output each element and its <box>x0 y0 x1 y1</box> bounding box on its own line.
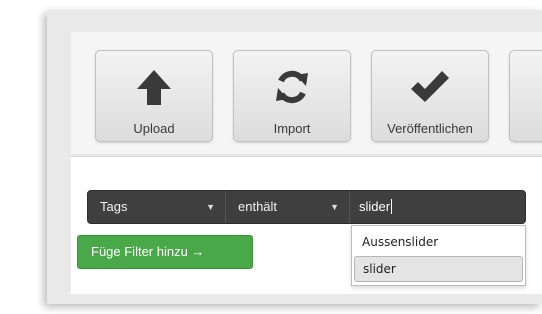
filter-operator-value: enthält <box>238 199 278 214</box>
import-label: Import <box>273 121 311 136</box>
filter-field-value: Tags <box>100 199 128 214</box>
import-button[interactable]: Import <box>233 50 351 142</box>
suggestion-item-highlighted[interactable]: slider <box>354 256 523 282</box>
filter-value-text: slider <box>359 199 391 214</box>
chevron-down-icon: ▼ <box>330 202 339 212</box>
add-filter-button[interactable]: Füge Filter hinzu → <box>77 235 253 269</box>
publish-button[interactable]: Veröffentlichen <box>371 50 489 142</box>
text-cursor <box>391 199 393 214</box>
autocomplete-dropdown: Aussenslider slider <box>351 225 526 286</box>
upload-arrow-icon <box>96 67 212 107</box>
upload-label: Upload <box>133 121 175 136</box>
filter-value-input[interactable]: slider <box>350 191 525 223</box>
upload-button[interactable]: Upload <box>95 50 213 142</box>
filter-operator-select[interactable]: enthält ▼ <box>226 191 350 223</box>
refresh-icon <box>234 67 350 107</box>
chevron-down-icon: ▼ <box>206 202 215 212</box>
publish-label: Veröffentlichen <box>387 121 473 136</box>
filter-bar: Tags ▼ enthält ▼ slider <box>87 190 526 224</box>
filter-field-select[interactable]: Tags ▼ <box>88 191 226 223</box>
suggestion-item[interactable]: Aussenslider <box>354 229 523 255</box>
checkmark-icon <box>372 67 488 107</box>
toolbar-button-partial[interactable] <box>509 50 542 142</box>
